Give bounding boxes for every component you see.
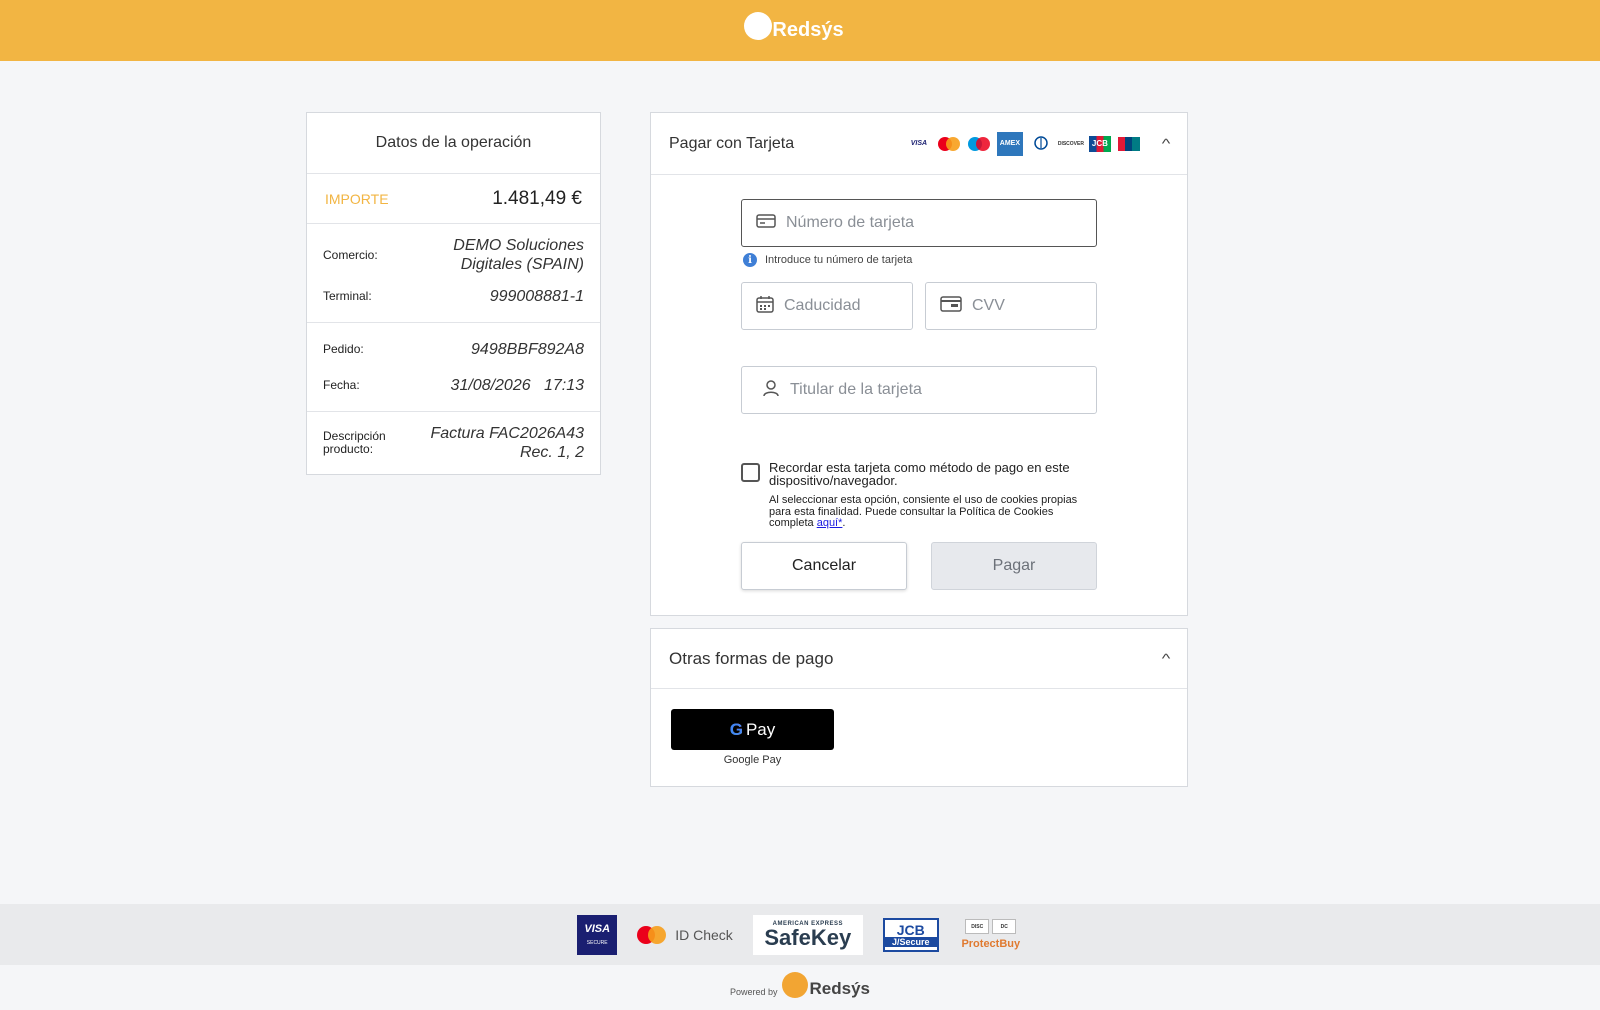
visa-secure-title: VISA [584, 923, 611, 935]
card-number-hint: i Introduce tu número de tarjeta [743, 253, 912, 267]
visa-secure-sub: SECURE [586, 940, 608, 946]
order-label: Pedido: [323, 341, 364, 356]
redsys-logo-icon [744, 11, 773, 40]
amount-value: 1.481,49 € [492, 187, 582, 209]
id-check-label: ID Check [675, 926, 733, 943]
order-group: Pedido: 9498BBF892A8 Fecha: 31/08/2026 1… [307, 323, 600, 412]
amex-icon: AMEX [996, 131, 1023, 156]
mastercard-icon [637, 925, 667, 944]
credit-card-icon [756, 213, 776, 233]
card-number-field[interactable]: Número de tarjeta [741, 199, 1097, 247]
brand-name: Redsýs [772, 19, 844, 41]
safekey-label: SafeKey [764, 924, 852, 950]
terminal-label: Terminal: [323, 288, 372, 303]
redsys-logo-icon [781, 972, 808, 998]
date-value: 31/08/2026 17:13 [450, 376, 584, 394]
merchant-group: Comercio: DEMO Soluciones Digitales (SPA… [307, 224, 600, 323]
date-row: Fecha: 31/08/2026 17:13 [307, 367, 600, 403]
diners-club-icon: DC [992, 919, 1017, 934]
card-brands: VISA AMEX DISCOVER JCB [907, 131, 1141, 156]
mastercard-icon [937, 136, 961, 152]
chevron-up-icon[interactable]: ^ [1162, 136, 1171, 151]
date-label: Fecha: [323, 377, 360, 392]
cvv-placeholder: CVV [972, 297, 1005, 314]
user-icon [762, 379, 780, 402]
remember-label: Recordar esta tarjeta como método de pag… [769, 460, 1070, 488]
security-badges: VISA SECURE ID Check AMERICAN EXPRESS Sa… [0, 904, 1600, 965]
remember-note: Al seleccionar esta opción, consiente el… [769, 494, 1078, 529]
merchant-label: Comercio: [323, 247, 378, 262]
diners-club-icon [1029, 135, 1053, 152]
calendar-icon [756, 295, 774, 318]
description-row: Descripción producto: Factura FAC2026A43… [307, 420, 600, 466]
cancel-button[interactable]: Cancelar [741, 542, 907, 590]
maestro-icon [967, 136, 991, 152]
google-pay-button-label: Pay [745, 719, 776, 739]
visa-secure-badge: VISA SECURE [577, 914, 618, 955]
card-payment-header[interactable]: Pagar con Tarjeta VISA AMEX DISCOVER JCB… [651, 113, 1187, 175]
cardholder-field[interactable]: Titular de la tarjeta [741, 366, 1097, 414]
card-payment-panel: Pagar con Tarjeta VISA AMEX DISCOVER JCB… [650, 112, 1188, 616]
description-label: Descripción producto: [323, 429, 386, 456]
description-value: Factura FAC2026A43 Rec. 1, 2 [430, 425, 584, 461]
expiry-field[interactable]: Caducidad [741, 282, 913, 330]
other-payment-header[interactable]: Otras formas de pago ^ [651, 629, 1187, 689]
remember-note-text: Al seleccionar esta opción, consiente el… [769, 494, 1078, 529]
jcb-icon: JCB [1088, 135, 1111, 152]
card-payment-title: Pagar con Tarjeta [669, 134, 795, 152]
amount-label: IMPORTE [325, 190, 389, 207]
terminal-value: 999008881-1 [489, 287, 584, 305]
redsys-logo: Redsýs [744, 11, 844, 45]
jcb-jsecure-badge: JCB J/Secure [882, 917, 939, 952]
unionpay-icon [1117, 136, 1141, 152]
amex-safekey-badge: AMERICAN EXPRESS SafeKey [752, 914, 863, 955]
merchant-value: DEMO Soluciones Digitales (SPAIN) [453, 237, 584, 273]
visa-icon: VISA [910, 140, 928, 147]
operation-title: Datos de la operación [307, 113, 600, 174]
other-payment-title: Otras formas de pago [669, 648, 834, 668]
card-cvv-icon [940, 295, 962, 317]
info-icon: i [743, 253, 757, 267]
operation-panel: Datos de la operación IMPORTE 1.481,49 €… [306, 112, 601, 475]
order-row: Pedido: 9498BBF892A8 [307, 331, 600, 367]
merchant-row: Comercio: DEMO Soluciones Digitales (SPA… [307, 232, 600, 278]
jcb-label: JCB [896, 921, 925, 938]
cardholder-placeholder: Titular de la tarjeta [790, 381, 922, 398]
google-g-icon: G [729, 719, 743, 739]
mastercard-idcheck-badge: ID Check [637, 925, 733, 944]
powered-by: Powered by Redsýs [0, 972, 1600, 1002]
powered-brand: Redsýs [809, 979, 870, 998]
protectbuy-badge: DISC DC ProtectBuy [959, 919, 1023, 950]
powered-by-text: Powered by [729, 987, 778, 997]
cookies-policy-link[interactable]: aquí* [817, 517, 843, 529]
card-number-placeholder: Número de tarjeta [786, 214, 915, 231]
chevron-up-icon[interactable]: ^ [1162, 651, 1171, 666]
other-payment-panel: Otras formas de pago ^ G Pay Google Pay [650, 628, 1188, 787]
pay-button[interactable]: Pagar [931, 542, 1097, 590]
remember-card-option: Recordar esta tarjeta como método de pag… [741, 461, 1101, 530]
jsecure-label: J/Secure [884, 936, 937, 947]
expiry-placeholder: Caducidad [784, 297, 861, 314]
discover-icon: DISCOVER [1057, 140, 1084, 147]
amount-row: IMPORTE 1.481,49 € [307, 174, 600, 224]
remember-checkbox[interactable] [741, 463, 760, 482]
card-number-hint-text: Introduce tu número de tarjeta [765, 254, 913, 266]
order-value: 9498BBF892A8 [471, 340, 584, 358]
google-pay-label: Google Pay [723, 754, 782, 766]
discover-icon: DISC [965, 919, 990, 934]
terminal-row: Terminal: 999008881-1 [307, 278, 600, 314]
google-pay-button[interactable]: G Pay [671, 709, 834, 750]
description-group: Descripción producto: Factura FAC2026A43… [307, 412, 600, 474]
protectbuy-label: ProtectBuy [961, 938, 1021, 950]
protectbuy-logos: DISC DC [965, 919, 1017, 934]
cvv-field[interactable]: CVV [925, 282, 1097, 330]
top-bar: Redsýs [0, 0, 1600, 61]
